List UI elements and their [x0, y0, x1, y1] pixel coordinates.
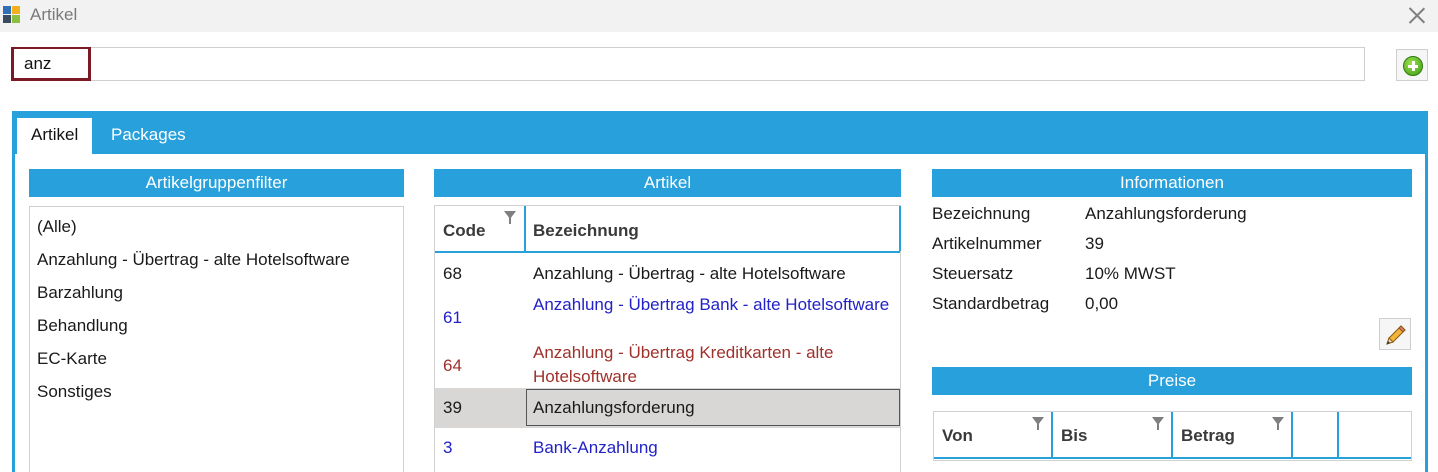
row-code: 39	[443, 398, 462, 417]
prices-header: Preise	[932, 367, 1412, 395]
plus-circle-icon	[1403, 56, 1423, 76]
filter-item-anzahlung[interactable]: Anzahlung - Übertrag - alte Hotelsoftwar…	[37, 250, 350, 270]
column-separator	[899, 206, 901, 251]
column-separator	[1337, 412, 1339, 457]
articles-grid: Code Bezeichnung 68 Anzahlung - Übertrag…	[434, 205, 901, 472]
close-icon[interactable]	[1404, 3, 1430, 29]
filter-funnel-icon[interactable]	[1032, 417, 1044, 430]
filter-item-behandlung[interactable]: Behandlung	[37, 316, 128, 336]
info-value-bezeichnung: Anzahlungsforderung	[1085, 204, 1247, 223]
table-row[interactable]: 3 Bank-Anzahlung	[435, 430, 900, 466]
search-bar	[11, 47, 1365, 81]
filter-item-ec-karte[interactable]: EC-Karte	[37, 349, 107, 369]
table-row[interactable]: 61 Anzahlung - Übertrag Bank - alte Hote…	[435, 292, 900, 340]
column-separator	[1051, 412, 1053, 457]
column-header-name[interactable]: Bezeichnung	[533, 221, 639, 241]
info-label-steuersatz: Steuersatz	[932, 264, 1014, 283]
column-header-betrag[interactable]: Betrag	[1181, 426, 1235, 446]
info-header: Informationen	[932, 169, 1412, 197]
row-name: Anzahlung - Übertrag Kreditkarten - alte…	[533, 343, 834, 386]
row-name: Bank-Anzahlung	[533, 438, 658, 457]
table-row[interactable]: 64 Anzahlung - Übertrag Kreditkarten - a…	[435, 340, 900, 388]
edit-button[interactable]	[1379, 318, 1411, 350]
filter-funnel-icon[interactable]	[504, 211, 516, 224]
info-value-steuersatz: 10% MWST	[1085, 264, 1176, 283]
search-input[interactable]	[11, 47, 91, 81]
filter-header: Artikelgruppenfilter	[29, 169, 404, 197]
filter-item-all[interactable]: (Alle)	[37, 217, 77, 237]
column-separator	[524, 206, 526, 251]
info-value-standardbetrag: 0,00	[1085, 294, 1119, 313]
row-name: Anzahlung - Übertrag - alte Hotelsoftwar…	[533, 264, 846, 283]
row-code: 64	[443, 356, 462, 375]
app-icon	[3, 6, 21, 24]
articles-header: Artikel	[434, 169, 901, 197]
pencil-icon	[1386, 325, 1406, 345]
title-bar: Artikel	[0, 0, 1438, 32]
filter-list: (Alle) Anzahlung - Übertrag - alte Hotel…	[29, 206, 404, 472]
tab-artikel[interactable]: Artikel	[17, 118, 93, 156]
row-code: 61	[443, 308, 462, 327]
column-separator	[1171, 412, 1173, 457]
column-header-bis[interactable]: Bis	[1061, 426, 1087, 446]
row-code: 3	[443, 438, 453, 457]
table-row[interactable]: 68 Anzahlung - Übertrag - alte Hotelsoft…	[435, 256, 900, 290]
prices-grid-header: Von Bis Betrag	[934, 412, 1411, 459]
filter-funnel-icon[interactable]	[1272, 417, 1284, 430]
filter-item-barzahlung[interactable]: Barzahlung	[37, 283, 123, 303]
filter-funnel-icon[interactable]	[1152, 417, 1164, 430]
info-label-artikelnummer: Artikelnummer	[932, 234, 1042, 253]
table-row-selected[interactable]: 39 Anzahlungsforderung	[435, 388, 900, 428]
tab-packages[interactable]: Packages	[97, 118, 200, 154]
info-label-standardbetrag: Standardbetrag	[932, 294, 1050, 313]
info-label-bezeichnung: Bezeichnung	[932, 204, 1031, 223]
info-value-artikelnummer: 39	[1085, 234, 1104, 253]
articles-grid-header: Code Bezeichnung	[435, 206, 901, 253]
filter-item-sonstiges[interactable]: Sonstiges	[37, 382, 112, 402]
row-code: 68	[443, 264, 462, 283]
column-header-von[interactable]: Von	[942, 426, 973, 446]
column-header-code[interactable]: Code	[443, 221, 486, 241]
prices-grid: Von Bis Betrag	[933, 411, 1412, 461]
window-title: Artikel	[30, 5, 78, 24]
column-separator	[1291, 412, 1293, 457]
add-button[interactable]	[1396, 49, 1428, 81]
row-name: Anzahlungsforderung	[533, 398, 695, 417]
row-name: Anzahlung - Übertrag Bank - alte Hotelso…	[533, 295, 890, 314]
